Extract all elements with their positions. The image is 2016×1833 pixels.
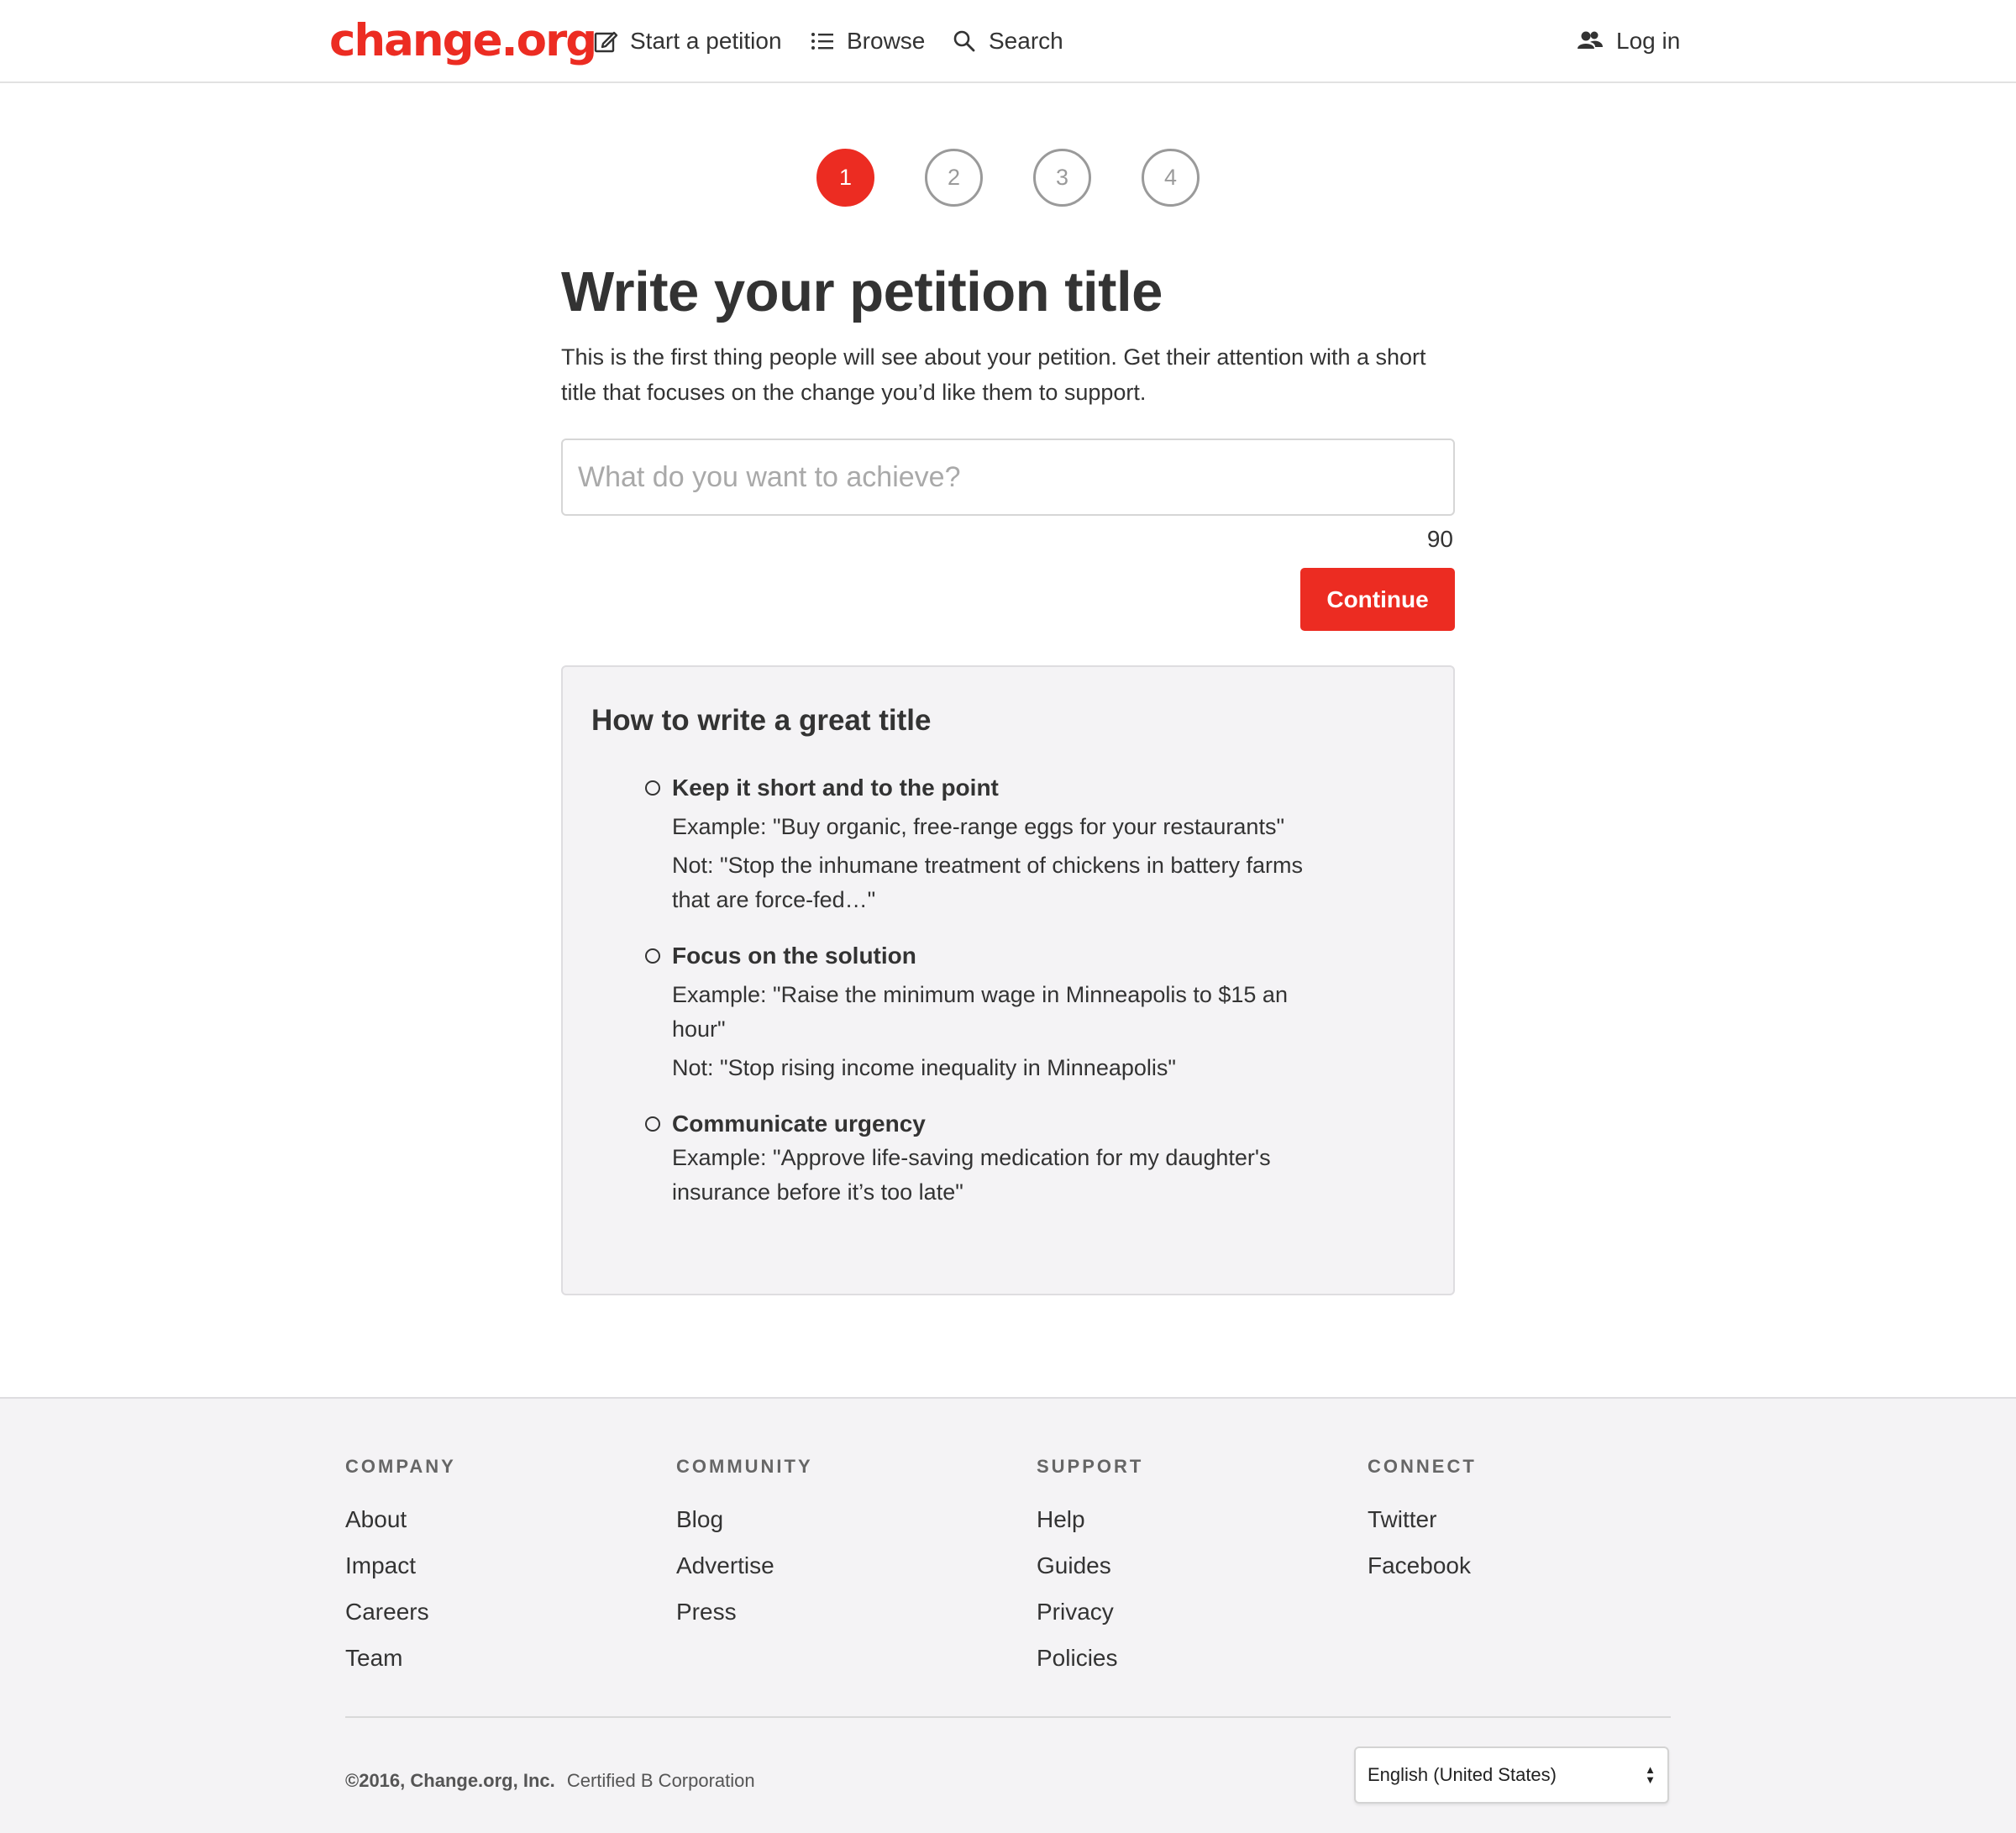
change-org-logo[interactable]: change.org [329,12,597,71]
footer-heading: COMPANY [345,1456,456,1477]
footer-link-guides[interactable]: Guides [1037,1542,1143,1589]
continue-button[interactable]: Continue [1300,568,1455,631]
tip-example: Example: "Approve life-saving medication… [672,1145,1271,1205]
tip-counter-example: Not: "Stop the inhumane treatment of chi… [672,853,1303,912]
footer-divider [345,1716,1671,1718]
users-icon [1578,31,1603,49]
tip-item: Focus on the solution Example: "Raise th… [645,939,1425,1085]
footer-heading: CONNECT [1368,1456,1477,1477]
nav-search[interactable]: Search [952,22,1063,60]
nav-login[interactable]: Log in [1576,22,1680,60]
footer-link-policies[interactable]: Policies [1037,1635,1143,1681]
nav-browse-label: Browse [847,28,926,54]
footer-links: Twitter Facebook [1368,1496,1477,1589]
title-tips-panel: How to write a great title Keep it short… [561,665,1455,1295]
copyright-text: ©2016, Change.org, Inc. [345,1770,555,1791]
tips-title: How to write a great title [591,704,932,737]
footer-link-facebook[interactable]: Facebook [1368,1542,1477,1589]
footer-heading: COMMUNITY [676,1456,813,1477]
language-select-value: English (United States) [1368,1764,1557,1785]
tip-counter-example: Not: "Stop rising income inequality in M… [672,1055,1176,1080]
petition-title-form: Write your petition title This is the fi… [561,252,1455,1295]
footer-heading: SUPPORT [1037,1456,1144,1477]
footer-link-advertise[interactable]: Advertise [676,1542,813,1589]
tip-example: Example: "Buy organic, free-range eggs f… [672,814,1285,839]
footer-links: Help Guides Privacy Policies [1037,1496,1143,1681]
footer-links: About Impact Careers Team [345,1496,456,1681]
step-1: 1 [816,149,874,207]
nav-browse[interactable]: Browse [810,22,925,60]
footer-link-press[interactable]: Press [676,1589,813,1635]
tip-heading: Keep it short and to the point [672,775,999,801]
list-icon [811,33,833,50]
select-arrows-icon: ▲ ▼ [1645,1763,1656,1786]
footer-link-impact[interactable]: Impact [345,1542,456,1589]
footer-column-company: COMPANY About Impact Careers Team [345,1454,456,1681]
progress-stepper: 1 2 3 4 [816,149,1200,207]
character-counter: 90 [1426,526,1453,552]
nav-login-label: Log in [1616,28,1681,54]
footer-link-privacy[interactable]: Privacy [1037,1589,1143,1635]
nav-start-petition[interactable]: Start a petition [593,22,782,60]
tip-item: Communicate urgency Example: "Approve li… [645,1107,1425,1210]
step-4: 4 [1142,149,1200,207]
footer-column-connect: CONNECT Twitter Facebook [1368,1454,1477,1589]
continue-wrap: Continue [561,568,1455,631]
step-3: 3 [1033,149,1091,207]
footer-link-help[interactable]: Help [1037,1496,1143,1542]
tip-item: Keep it short and to the point Example: … [645,771,1425,917]
b-corp-link[interactable]: Certified B Corporation [567,1770,755,1791]
step-2: 2 [925,149,983,207]
site-footer: COMPANY About Impact Careers Team COMMUN… [0,1397,2016,1833]
tip-heading: Focus on the solution [672,943,916,969]
search-icon [953,30,975,52]
footer-link-twitter[interactable]: Twitter [1368,1496,1477,1542]
footer-link-team[interactable]: Team [345,1635,456,1681]
nav-search-label: Search [989,28,1063,54]
footer-column-support: SUPPORT Help Guides Privacy Policies [1037,1454,1143,1681]
copyright: ©2016, Change.org, Inc. Certified B Corp… [345,1766,755,1796]
petition-title-input[interactable] [561,439,1455,516]
nav-start-petition-label: Start a petition [630,28,782,54]
intro-text: This is the first thing people will see … [561,344,1426,405]
tip-heading: Communicate urgency [672,1111,926,1137]
tip-example: Example: "Raise the minimum wage in Minn… [672,982,1288,1042]
footer-link-blog[interactable]: Blog [676,1496,813,1542]
footer-column-community: COMMUNITY Blog Advertise Press [676,1454,813,1635]
footer-link-about[interactable]: About [345,1496,456,1542]
page-title: Write your petition title [561,260,1163,323]
tips-list: Keep it short and to the point Example: … [591,771,1425,1210]
footer-link-careers[interactable]: Careers [345,1589,456,1635]
site-header: change.org Start a petition Browse Searc… [0,0,2016,83]
language-select[interactable]: English (United States) ▲ ▼ [1354,1746,1669,1804]
footer-links: Blog Advertise Press [676,1496,813,1635]
edit-icon [594,31,618,53]
